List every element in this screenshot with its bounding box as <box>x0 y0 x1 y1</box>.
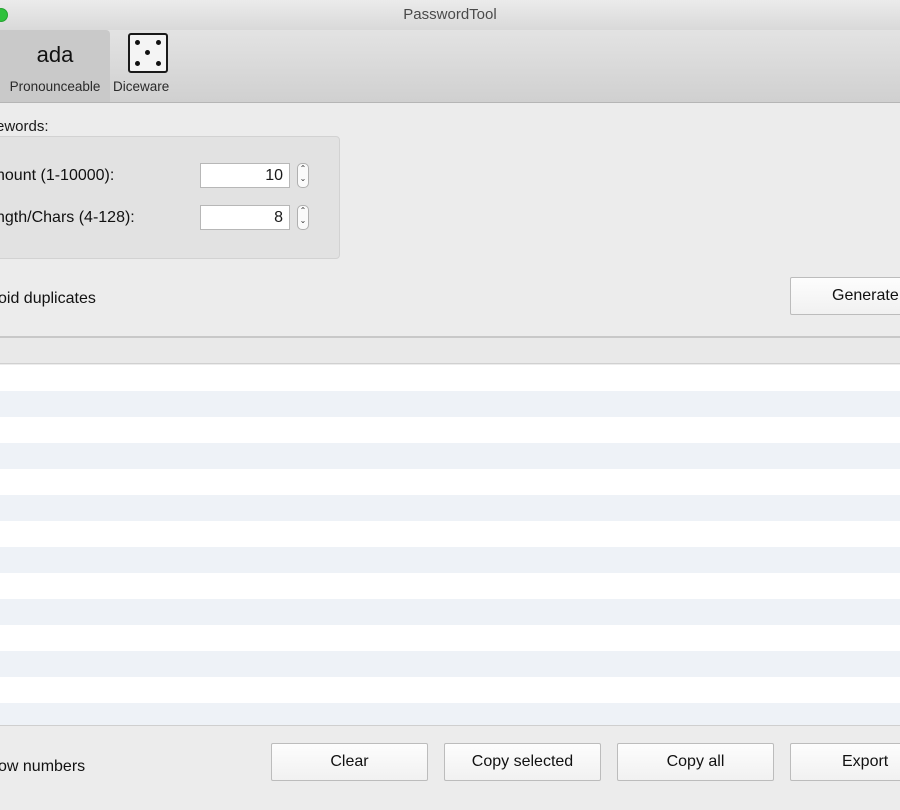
list-row[interactable] <box>0 417 900 443</box>
amount-input[interactable]: 10 <box>200 163 290 188</box>
generate-button[interactable]: Generate <box>790 277 900 315</box>
list-row[interactable] <box>0 677 900 703</box>
list-row[interactable] <box>0 547 900 573</box>
list-row[interactable] <box>0 703 900 725</box>
export-button[interactable]: Export <box>790 743 900 781</box>
toolbar: ada Pronounceable Diceware <box>0 30 900 103</box>
list-row[interactable] <box>0 625 900 651</box>
toolbar-item-diceware[interactable]: Diceware <box>113 30 181 102</box>
copy-selected-button[interactable]: Copy selected <box>444 743 601 781</box>
amount-label: nount (1-10000): <box>0 167 115 184</box>
toolbar-item-pronounceable[interactable]: ada Pronounceable <box>0 30 110 102</box>
results-list[interactable] <box>0 365 900 725</box>
list-row[interactable] <box>0 651 900 677</box>
length-stepper[interactable]: ⌃ ⌄ <box>297 205 309 230</box>
clear-button[interactable]: Clear <box>271 743 428 781</box>
list-row[interactable] <box>0 495 900 521</box>
copy-all-button[interactable]: Copy all <box>617 743 774 781</box>
list-row[interactable] <box>0 521 900 547</box>
divider <box>0 725 900 726</box>
list-row[interactable] <box>0 443 900 469</box>
list-row[interactable] <box>0 391 900 417</box>
toolbar-item-label: Diceware <box>113 79 170 94</box>
title-bar: PasswordTool <box>0 0 900 30</box>
length-input[interactable]: 8 <box>200 205 290 230</box>
show-numbers-checkbox[interactable]: ow numbers <box>0 758 85 776</box>
toolbar-item-label: Pronounceable <box>9 79 101 94</box>
list-row[interactable] <box>0 599 900 625</box>
length-label: ngth/Chars (4-128): <box>0 209 135 226</box>
avoid-duplicates-checkbox[interactable]: oid duplicates <box>0 290 96 308</box>
pronounceable-icon: ada <box>36 42 74 67</box>
dice-icon <box>128 33 168 73</box>
list-row[interactable] <box>0 365 900 391</box>
window-title: PasswordTool <box>403 6 497 23</box>
amount-stepper[interactable]: ⌃ ⌄ <box>297 163 309 188</box>
options-group-box <box>0 136 340 259</box>
list-row[interactable] <box>0 573 900 599</box>
list-row[interactable] <box>0 469 900 495</box>
results-list-header[interactable] <box>0 336 900 364</box>
section-label-passwords: ewords: <box>0 118 49 135</box>
